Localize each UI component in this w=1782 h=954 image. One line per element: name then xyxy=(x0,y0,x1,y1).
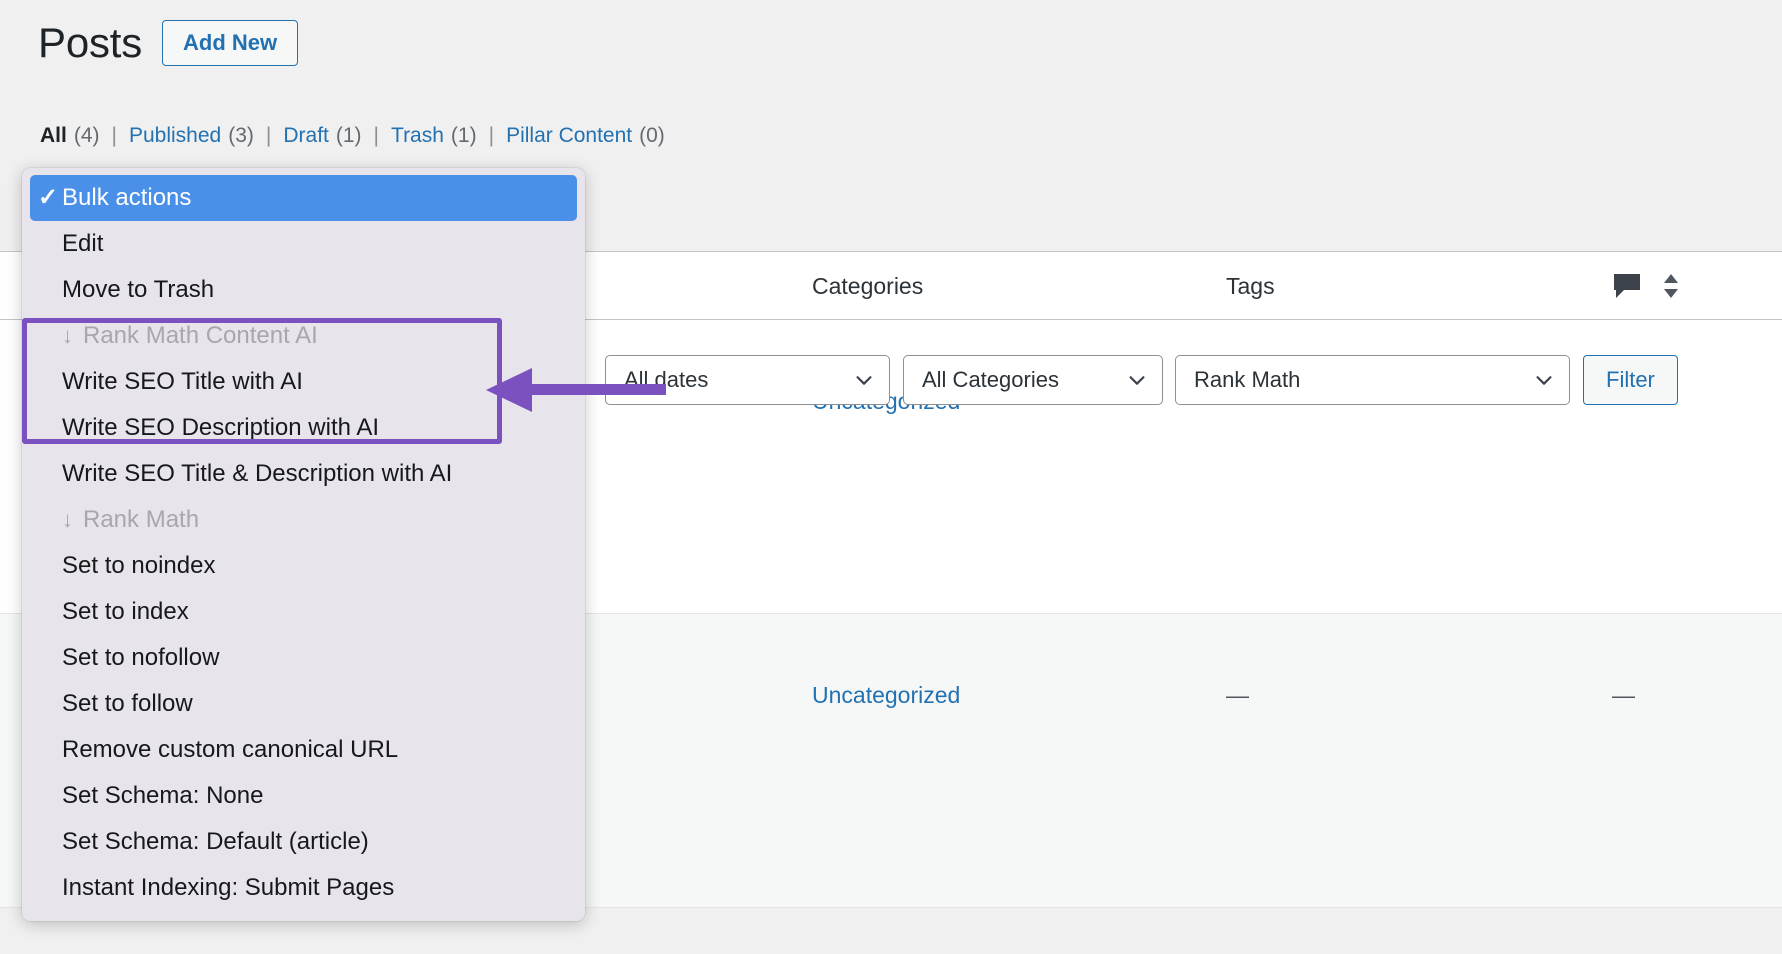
dropdown-group-label: Rank Math xyxy=(83,506,200,533)
column-header-comments[interactable] xyxy=(1612,252,1642,320)
add-new-button[interactable]: Add New xyxy=(162,20,299,66)
bulk-actions-dropdown-menu[interactable]: ✓ Bulk actions Edit Move to Trash ↓ Rank… xyxy=(22,168,585,921)
column-header-categories[interactable]: Categories xyxy=(812,252,923,320)
rank-math-filter-select[interactable]: Rank Math xyxy=(1175,355,1570,405)
dropdown-item-edit[interactable]: Edit xyxy=(22,221,585,267)
dropdown-group-label: Rank Math Content AI xyxy=(83,322,318,349)
status-filter-published[interactable]: Published (3) xyxy=(129,124,254,148)
status-filter-trash-count: (1) xyxy=(450,124,477,147)
dropdown-item-label: Bulk actions xyxy=(62,184,192,211)
category-filter-value: All Categories xyxy=(922,367,1059,392)
dropdown-item-label: Remove custom canonical URL xyxy=(62,736,399,763)
dropdown-item-set-schema-none[interactable]: Set Schema: None xyxy=(22,773,585,819)
dropdown-item-move-to-trash[interactable]: Move to Trash xyxy=(22,267,585,313)
dropdown-item-label: Instant Indexing: Submit Pages xyxy=(62,874,395,901)
dropdown-item-label: Set to follow xyxy=(62,690,193,717)
arrow-down-icon: ↓ xyxy=(62,323,73,348)
dropdown-item-bulk-actions[interactable]: ✓ Bulk actions xyxy=(30,175,577,221)
status-filter-draft-label: Draft xyxy=(283,124,329,147)
dropdown-item-label: Set to noindex xyxy=(62,552,216,579)
dropdown-item-label: Set to index xyxy=(62,598,189,625)
column-header-tags[interactable]: Tags xyxy=(1226,252,1275,320)
status-filter-published-count: (3) xyxy=(228,124,254,147)
dropdown-item-label: Set Schema: Default (article) xyxy=(62,828,369,855)
status-filter-pillar-content-label: Pillar Content xyxy=(506,124,633,147)
status-filter-trash[interactable]: Trash (1) xyxy=(391,124,477,148)
row-categories: Uncategorized xyxy=(812,682,960,709)
date-filter-value: All dates xyxy=(624,367,709,392)
filter-separator: | xyxy=(265,124,272,147)
page-header: Posts Add New xyxy=(38,19,299,66)
chevron-down-icon xyxy=(1129,376,1145,385)
row-comments: — xyxy=(1612,682,1635,708)
filter-separator: | xyxy=(373,124,380,147)
dropdown-item-label: Write SEO Title with AI xyxy=(62,368,303,395)
dropdown-item-instant-indexing-submit-pages[interactable]: Instant Indexing: Submit Pages xyxy=(22,865,585,911)
status-filter-all-label: All xyxy=(40,124,67,147)
rank-math-filter-value: Rank Math xyxy=(1194,367,1301,392)
category-link[interactable]: Uncategorized xyxy=(812,682,960,708)
dropdown-item-label: Set Schema: None xyxy=(62,782,264,809)
status-filter-all-count: (4) xyxy=(73,124,100,147)
chevron-down-icon xyxy=(1536,376,1552,385)
dropdown-item-label: Edit xyxy=(62,230,104,257)
dropdown-group-rank-math-content-ai: ↓ Rank Math Content AI xyxy=(22,313,585,359)
checkmark-icon: ✓ xyxy=(38,184,59,211)
filter-separator: | xyxy=(488,124,495,147)
dropdown-item-set-schema-default-article[interactable]: Set Schema: Default (article) xyxy=(22,819,585,865)
status-filter-draft-count: (1) xyxy=(335,124,362,147)
dropdown-group-rank-math: ↓ Rank Math xyxy=(22,497,585,543)
dropdown-item-write-seo-title-with-ai[interactable]: Write SEO Title with AI xyxy=(22,359,585,405)
page-title: Posts xyxy=(38,19,143,66)
dropdown-item-set-to-nofollow[interactable]: Set to nofollow xyxy=(22,635,585,681)
dropdown-item-set-to-noindex[interactable]: Set to noindex xyxy=(22,543,585,589)
dropdown-item-set-to-follow[interactable]: Set to follow xyxy=(22,681,585,727)
status-filter-draft[interactable]: Draft (1) xyxy=(283,124,361,148)
status-filter-pillar-content-count: (0) xyxy=(639,124,665,147)
dropdown-item-remove-custom-canonical-url[interactable]: Remove custom canonical URL xyxy=(22,727,585,773)
posts-admin-page: Posts Add New All (4) | Published (3) | … xyxy=(0,0,1782,954)
status-filter-published-label: Published xyxy=(128,124,222,147)
dropdown-item-label: Move to Trash xyxy=(62,276,215,303)
chevron-down-icon xyxy=(856,376,872,385)
filter-separator: | xyxy=(111,124,117,147)
dropdown-item-set-to-index[interactable]: Set to index xyxy=(22,589,585,635)
column-header-sort[interactable] xyxy=(1660,252,1682,320)
status-filter-list: All (4) | Published (3) | Draft (1) | Tr… xyxy=(40,124,665,148)
arrow-down-icon: ↓ xyxy=(62,507,73,532)
sort-arrows-icon xyxy=(1664,274,1678,298)
comment-bubble-icon xyxy=(1614,274,1640,298)
date-filter-select[interactable]: All dates xyxy=(605,355,890,405)
row-tags: — xyxy=(1226,682,1249,708)
status-filter-all[interactable]: All (4) xyxy=(40,124,100,148)
filter-button[interactable]: Filter xyxy=(1583,355,1678,405)
status-filter-trash-label: Trash xyxy=(391,124,444,147)
dropdown-item-write-seo-description-with-ai[interactable]: Write SEO Description with AI xyxy=(22,405,585,451)
dropdown-item-write-seo-title-and-description-with-ai[interactable]: Write SEO Title & Description with AI xyxy=(22,451,585,497)
dropdown-item-label: Write SEO Title & Description with AI xyxy=(62,460,453,487)
dropdown-item-label: Set to nofollow xyxy=(62,644,220,671)
dropdown-item-label: Write SEO Description with AI xyxy=(62,414,379,441)
category-filter-select[interactable]: All Categories xyxy=(903,355,1163,405)
status-filter-pillar-content[interactable]: Pillar Content (0) xyxy=(506,124,665,148)
